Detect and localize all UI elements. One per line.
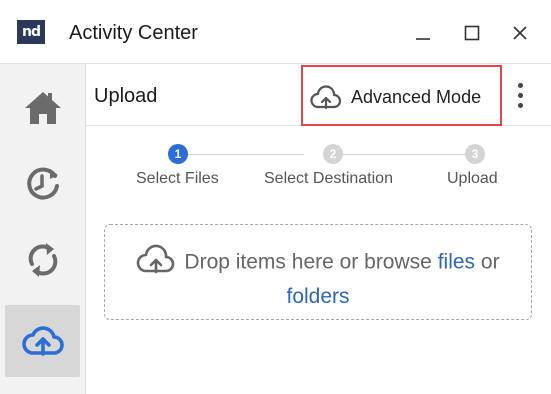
close-icon <box>513 26 527 40</box>
step-2-label: Select Destination <box>264 170 393 187</box>
drop-zone-connector: or <box>480 250 500 274</box>
maximize-button[interactable] <box>457 18 487 48</box>
drop-zone-text: Drop items here or browse <box>184 250 432 274</box>
sidebar-item-upload[interactable] <box>5 305 80 377</box>
step-2-indicator: 2 <box>323 144 343 164</box>
step-connector <box>188 154 304 155</box>
browse-files-link[interactable]: files <box>438 251 475 274</box>
step-1-indicator: 1 <box>168 144 188 164</box>
upload-stepper: 1 Select Files 2 Select Destination 3 Up… <box>86 144 551 194</box>
step-3-label: Upload <box>447 170 498 187</box>
history-icon <box>26 167 59 200</box>
cloud-upload-icon <box>310 85 342 110</box>
cloud-upload-icon <box>21 326 64 356</box>
upload-drop-zone[interactable]: Drop items here or browse files or folde… <box>104 224 532 320</box>
main-header: Upload Advanced Mode <box>86 64 551 126</box>
page-title: Upload <box>94 85 158 107</box>
window-title: Activity Center <box>69 22 198 44</box>
minimize-icon <box>416 38 430 40</box>
app-logo: nd <box>17 20 45 44</box>
main-panel: Upload Advanced Mode 1 Select Files 2 Se… <box>86 64 551 394</box>
title-bar: nd Activity Center <box>0 0 551 64</box>
maximize-icon <box>464 25 480 41</box>
advanced-mode-label: Advanced Mode <box>351 87 482 107</box>
more-options-button[interactable] <box>510 78 530 112</box>
sidebar-item-home[interactable] <box>5 72 80 144</box>
sidebar-item-history[interactable] <box>5 148 80 220</box>
step-1-label: Select Files <box>136 170 219 187</box>
kebab-menu-icon <box>517 82 523 88</box>
home-icon <box>24 92 61 124</box>
close-button[interactable] <box>505 18 535 48</box>
minimize-button[interactable] <box>408 18 438 48</box>
advanced-mode-button[interactable]: Advanced Mode <box>301 65 502 126</box>
step-3-indicator: 3 <box>465 144 485 164</box>
sync-icon <box>28 243 57 277</box>
browse-folders-link[interactable]: folders <box>286 285 349 308</box>
cloud-upload-icon <box>137 244 175 274</box>
sidebar-item-sync[interactable] <box>5 224 80 296</box>
sidebar <box>0 64 86 394</box>
step-connector <box>343 154 465 155</box>
